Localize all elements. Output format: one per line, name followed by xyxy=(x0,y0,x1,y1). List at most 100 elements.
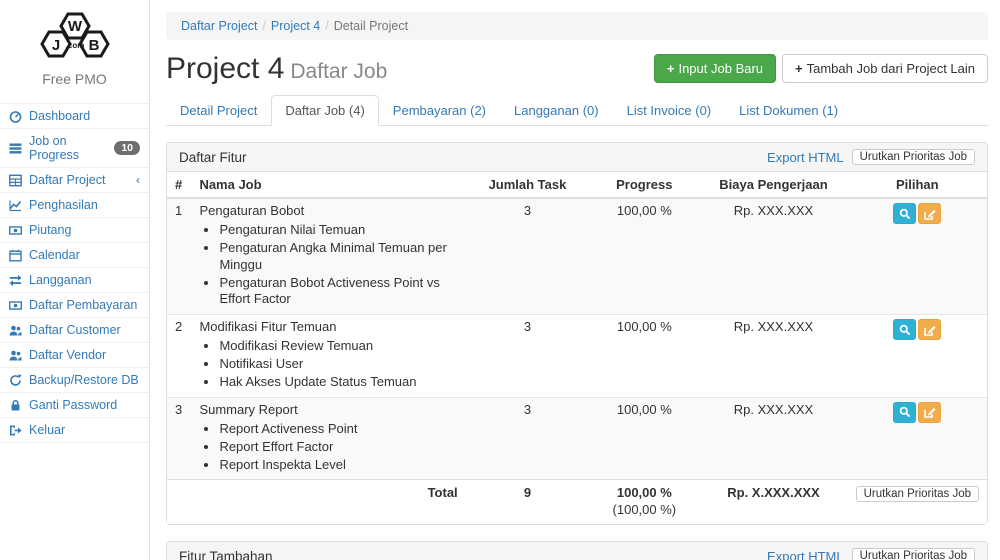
users-icon xyxy=(9,324,22,337)
col-nama-job: Nama Job xyxy=(191,172,465,198)
export-html-link[interactable]: Export HTML xyxy=(767,150,844,165)
tab-pembayaran[interactable]: Pembayaran (2) xyxy=(379,95,500,126)
panel-heading: Fitur Tambahan Export HTML Urutkan Prior… xyxy=(167,542,987,560)
job-subitem: Modifikasi Review Temuan xyxy=(219,338,457,355)
actions-cell xyxy=(848,397,987,480)
col-progress: Progress xyxy=(589,172,699,198)
biaya-value: Rp. XXX.XXX xyxy=(699,397,847,480)
job-name-cell: Summary Report Report Activeness Point R… xyxy=(191,397,465,480)
actions-cell xyxy=(848,315,987,398)
tab-daftar-job[interactable]: Daftar Job (4) xyxy=(271,95,378,126)
chevron-left-icon: ‹ xyxy=(136,173,140,187)
urutkan-prioritas-job-button[interactable]: Urutkan Prioritas Job xyxy=(852,548,975,560)
sidebar: W J B .com Free PMO Dashboard Job on Pro… xyxy=(0,0,150,560)
tab-langganan[interactable]: Langganan (0) xyxy=(500,95,613,126)
brand-logo: W J B .com Free PMO xyxy=(0,0,149,97)
search-icon[interactable] xyxy=(893,319,916,340)
tab-list-invoice[interactable]: List Invoice (0) xyxy=(613,95,726,126)
page-subtitle: Daftar Job xyxy=(290,60,387,83)
sidebar-menu: Dashboard Job on Progress 10 Daftar Proj… xyxy=(0,103,149,443)
export-html-link[interactable]: Export HTML xyxy=(767,549,844,560)
biaya-value: Rp. XXX.XXX xyxy=(699,198,847,315)
sidebar-item-job-on-progress[interactable]: Job on Progress 10 xyxy=(0,129,149,168)
job-subitem: Pengaturan Nilai Temuan xyxy=(219,222,457,239)
sidebar-item-daftar-vendor[interactable]: Daftar Vendor xyxy=(0,343,149,368)
job-name: Modifikasi Fitur Temuan xyxy=(199,319,457,336)
jumlah-task-value: 3 xyxy=(466,315,590,398)
job-subitem: Pengaturan Angka Minimal Temuan per Ming… xyxy=(219,240,457,274)
sign-out-icon xyxy=(9,424,22,437)
urutkan-prioritas-job-button[interactable]: Urutkan Prioritas Job xyxy=(852,149,975,165)
col-jumlah-task: Jumlah Task xyxy=(466,172,590,198)
money-icon xyxy=(9,224,22,237)
sidebar-item-daftar-pembayaran[interactable]: Daftar Pembayaran xyxy=(0,293,149,318)
progress-value: 100,00 % xyxy=(589,315,699,398)
job-name-cell: Pengaturan Bobot Pengaturan Nilai Temuan… xyxy=(191,198,465,315)
page-title: Project 4Daftar Job xyxy=(166,52,387,85)
row-number: 1 xyxy=(167,198,191,315)
sidebar-item-daftar-customer[interactable]: Daftar Customer xyxy=(0,318,149,343)
edit-icon[interactable] xyxy=(918,402,941,423)
job-subitem: Notifikasi User xyxy=(219,356,457,373)
exchange-icon xyxy=(9,274,22,287)
svg-text:B: B xyxy=(88,37,99,54)
lock-icon xyxy=(9,399,22,412)
tab-detail-project[interactable]: Detail Project xyxy=(166,95,271,126)
panel-title: Daftar Fitur xyxy=(179,150,247,165)
sidebar-item-calendar[interactable]: Calendar xyxy=(0,243,149,268)
job-name: Summary Report xyxy=(199,402,457,419)
job-subitem: Report Effort Factor xyxy=(219,439,457,456)
breadcrumb-project-4[interactable]: Project 4 xyxy=(271,19,320,33)
row-number: 3 xyxy=(167,397,191,480)
project-tabs: Detail Project Daftar Job (4) Pembayaran… xyxy=(166,95,988,126)
job-name: Pengaturan Bobot xyxy=(199,203,457,220)
urutkan-prioritas-job-button[interactable]: Urutkan Prioritas Job xyxy=(856,486,979,502)
money-icon xyxy=(9,299,22,312)
job-subitem: Report Activeness Point xyxy=(219,421,457,438)
daftar-fitur-table: # Nama Job Jumlah Task Progress Biaya Pe… xyxy=(167,172,987,524)
sidebar-item-dashboard[interactable]: Dashboard xyxy=(0,104,149,129)
tambah-job-dari-project-lain-button[interactable]: +Tambah Job dari Project Lain xyxy=(782,54,988,83)
breadcrumb-separator: / xyxy=(257,19,270,33)
tab-list-dokumen[interactable]: List Dokumen (1) xyxy=(725,95,852,126)
page-header: Project 4Daftar Job +Input Job Baru +Tam… xyxy=(166,52,988,85)
svg-text:.com: .com xyxy=(65,41,84,50)
jwb-logo-icon: W J B .com xyxy=(29,8,121,66)
table-header-row: # Nama Job Jumlah Task Progress Biaya Pe… xyxy=(167,172,987,198)
line-chart-icon xyxy=(9,199,22,212)
svg-text:J: J xyxy=(51,37,59,54)
search-icon[interactable] xyxy=(893,402,916,423)
actions-cell xyxy=(848,198,987,315)
col-pilihan: Pilihan xyxy=(848,172,987,198)
plus-icon: + xyxy=(667,61,675,76)
tasks-icon xyxy=(9,142,22,155)
total-label: Total xyxy=(191,480,465,524)
breadcrumb-daftar-project[interactable]: Daftar Project xyxy=(181,19,257,33)
sidebar-item-ganti-password[interactable]: Ganti Password xyxy=(0,393,149,418)
main-content: Daftar Project/Project 4/Detail Project … xyxy=(150,0,1000,560)
total-cost: Rp. X.XXX.XXX xyxy=(699,480,847,524)
search-icon[interactable] xyxy=(893,203,916,224)
col-no: # xyxy=(167,172,191,198)
sidebar-item-penghasilan[interactable]: Penghasilan xyxy=(0,193,149,218)
edit-icon[interactable] xyxy=(918,203,941,224)
sidebar-item-piutang[interactable]: Piutang xyxy=(0,218,149,243)
progress-value: 100,00 % xyxy=(589,397,699,480)
total-progress: 100,00 % (100,00 %) xyxy=(589,480,699,524)
refresh-icon xyxy=(9,374,22,387)
plus-icon: + xyxy=(795,61,803,76)
table-row: 3 Summary Report Report Activeness Point… xyxy=(167,397,987,480)
col-biaya-pengerjaan: Biaya Pengerjaan xyxy=(699,172,847,198)
sidebar-item-backup-restore-db[interactable]: Backup/Restore DB xyxy=(0,368,149,393)
edit-icon[interactable] xyxy=(918,319,941,340)
total-row: Total 9 100,00 % (100,00 %) Rp. X.XXX.XX… xyxy=(167,480,987,524)
sidebar-item-langganan[interactable]: Langganan xyxy=(0,268,149,293)
jumlah-task-value: 3 xyxy=(466,198,590,315)
sidebar-item-keluar[interactable]: Keluar xyxy=(0,418,149,443)
input-job-baru-button[interactable]: +Input Job Baru xyxy=(654,54,776,83)
job-name-cell: Modifikasi Fitur Temuan Modifikasi Revie… xyxy=(191,315,465,398)
total-tasks: 9 xyxy=(466,480,590,524)
table-row: 2 Modifikasi Fitur Temuan Modifikasi Rev… xyxy=(167,315,987,398)
sidebar-item-daftar-project[interactable]: Daftar Project ‹ xyxy=(0,168,149,193)
job-subitem: Hak Akses Update Status Temuan xyxy=(219,374,457,391)
